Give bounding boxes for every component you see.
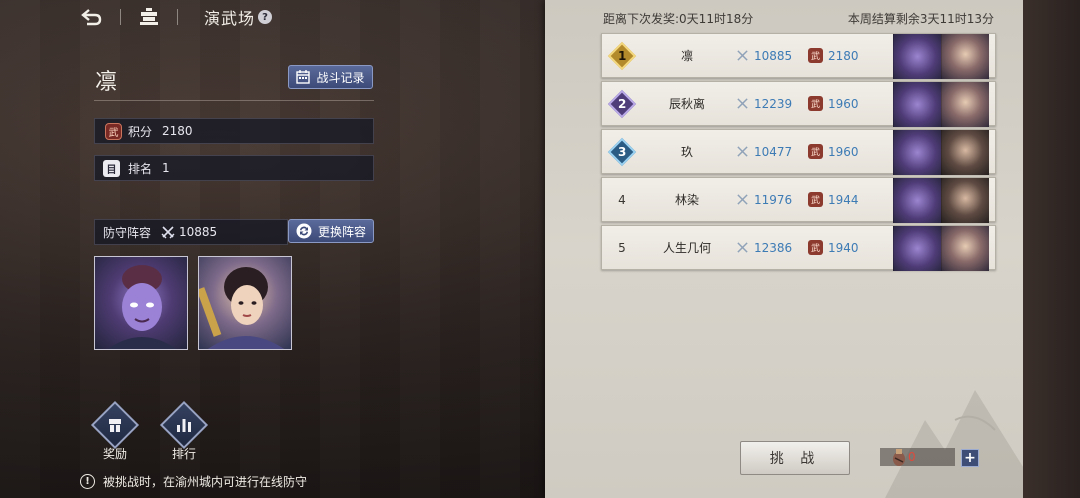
- rank-power: 11976: [736, 193, 808, 207]
- battle-record-label: 战斗记录: [316, 70, 365, 85]
- purple-rank-icon: 2: [607, 89, 637, 118]
- rank-score: 武 2180: [808, 48, 890, 63]
- refresh-icon: [296, 223, 312, 239]
- background-scene: [0, 0, 545, 498]
- wu-badge-icon: 武: [808, 48, 823, 63]
- crossed-swords-icon: [737, 194, 748, 205]
- rank-row[interactable]: 1 凛 10885 武 2180: [601, 33, 996, 79]
- hero-avatar: [941, 82, 989, 127]
- rank-value: 1: [162, 161, 170, 175]
- rank-power: 10477: [736, 145, 808, 159]
- defense-power: 10885: [161, 225, 217, 239]
- rank-number: 4: [618, 192, 626, 207]
- rank-badge-icon: 目: [103, 159, 120, 177]
- wu-badge-icon: 武: [808, 96, 823, 111]
- hero-avatar: [893, 178, 941, 223]
- hero-avatar: [941, 34, 989, 79]
- hero-avatar: [893, 226, 941, 271]
- rank-player-name: 林染: [674, 193, 699, 207]
- defense-hero-portrait[interactable]: [94, 256, 188, 350]
- defense-hero-portrait[interactable]: [198, 256, 292, 350]
- hero-avatar: [941, 130, 989, 175]
- lineup-portraits: [893, 226, 989, 271]
- calendar-icon: [296, 70, 311, 84]
- lineup-portraits: [893, 130, 989, 175]
- reward-button[interactable]: 奖励: [90, 400, 140, 462]
- wu-badge-icon: 武: [105, 122, 122, 140]
- rank-score: 武 1944: [808, 192, 890, 207]
- rank-power: 12386: [736, 241, 808, 255]
- add-ticket-button[interactable]: +: [961, 449, 979, 467]
- swap-lineup-label: 更换阵容: [317, 224, 366, 239]
- swap-lineup-button[interactable]: 更换阵容: [288, 219, 374, 243]
- gold-rank-icon: 1: [607, 41, 637, 70]
- lineup-portraits: [893, 178, 989, 223]
- teal-rank-icon: 3: [607, 137, 637, 166]
- rank-score: 武 1960: [808, 144, 890, 159]
- home-icon[interactable]: [137, 5, 161, 29]
- rank-score: 武 1940: [808, 240, 890, 255]
- challenge-token-icon: [893, 449, 905, 466]
- rank-list: 1 凛 10885 武 2180 2 辰秋离 12239 武 1960 3 玖 …: [601, 33, 996, 273]
- hero-avatar: [941, 178, 989, 223]
- page-title: 演武场: [204, 9, 256, 28]
- rank-row[interactable]: 5 人生几何 12386 武 1940: [601, 225, 996, 271]
- wu-badge-icon: 武: [808, 240, 823, 255]
- exclamation-icon: !: [80, 474, 95, 489]
- defense-label: 防守阵容: [103, 225, 152, 240]
- notice-text: 被挑战时，在渝州城内可进行在线防守: [103, 475, 308, 489]
- rank-player-name: 人生几何: [662, 241, 711, 255]
- wu-badge-icon: 武: [808, 144, 823, 159]
- top-separator: [177, 9, 178, 25]
- rank-score: 武 1960: [808, 96, 890, 111]
- crossed-swords-icon: [737, 146, 748, 157]
- divider: [94, 100, 374, 101]
- crossed-swords-icon: [161, 226, 175, 239]
- rank-number: 5: [618, 240, 626, 255]
- score-label: 积分: [128, 124, 153, 139]
- top-bar: 演武场 ?: [80, 4, 273, 30]
- hero-avatar: [893, 34, 941, 79]
- hero-avatar: [893, 130, 941, 175]
- rank-player-name: 凛: [680, 49, 693, 63]
- score-row: 武 积分 2180: [94, 118, 374, 144]
- defense-power-value: 10885: [179, 225, 218, 239]
- score-value: 2180: [162, 124, 193, 138]
- battle-record-button[interactable]: 战斗记录: [288, 65, 373, 89]
- rank-power: 10885: [736, 49, 808, 63]
- defense-notice: ! 被挑战时，在渝州城内可进行在线防守: [80, 473, 307, 490]
- mountain-decoration: [885, 390, 1025, 498]
- defense-row: 防守阵容 10885: [94, 219, 288, 245]
- rank-row[interactable]: 4 林染 11976 武 1944: [601, 177, 996, 223]
- lineup-portraits: [893, 82, 989, 127]
- help-icon[interactable]: ?: [258, 10, 273, 24]
- hero-avatar: [893, 82, 941, 127]
- rank-row[interactable]: 2 辰秋离 12239 武 1960: [601, 81, 996, 127]
- challenge-button[interactable]: 挑 战: [740, 441, 850, 475]
- ranking-button[interactable]: 排行: [159, 400, 209, 462]
- rank-label: 排名: [128, 161, 153, 176]
- top-separator: [120, 9, 121, 25]
- rank-player-name: 辰秋离: [668, 97, 705, 111]
- week-end-timer: 本周结算剩余3天11时13分: [847, 12, 994, 26]
- crossed-swords-icon: [737, 242, 748, 253]
- rank-power: 12239: [736, 97, 808, 111]
- back-icon[interactable]: [80, 5, 104, 29]
- rank-player-name: 玖: [680, 145, 693, 159]
- background-edge: [1023, 0, 1080, 498]
- crossed-swords-icon: [737, 50, 748, 61]
- bar-chart-icon: [159, 400, 209, 450]
- reward-icon: [90, 400, 140, 450]
- rank-row[interactable]: 3 玖 10477 武 1960: [601, 129, 996, 175]
- player-name: 凛: [95, 70, 118, 95]
- crossed-swords-icon: [737, 98, 748, 109]
- next-reward-timer: 距离下次发奖:0天11时18分: [603, 12, 754, 26]
- hero-avatar: [941, 226, 989, 271]
- wu-badge-icon: 武: [808, 192, 823, 207]
- lineup-portraits: [893, 34, 989, 79]
- rank-row: 目 排名 1: [94, 155, 374, 181]
